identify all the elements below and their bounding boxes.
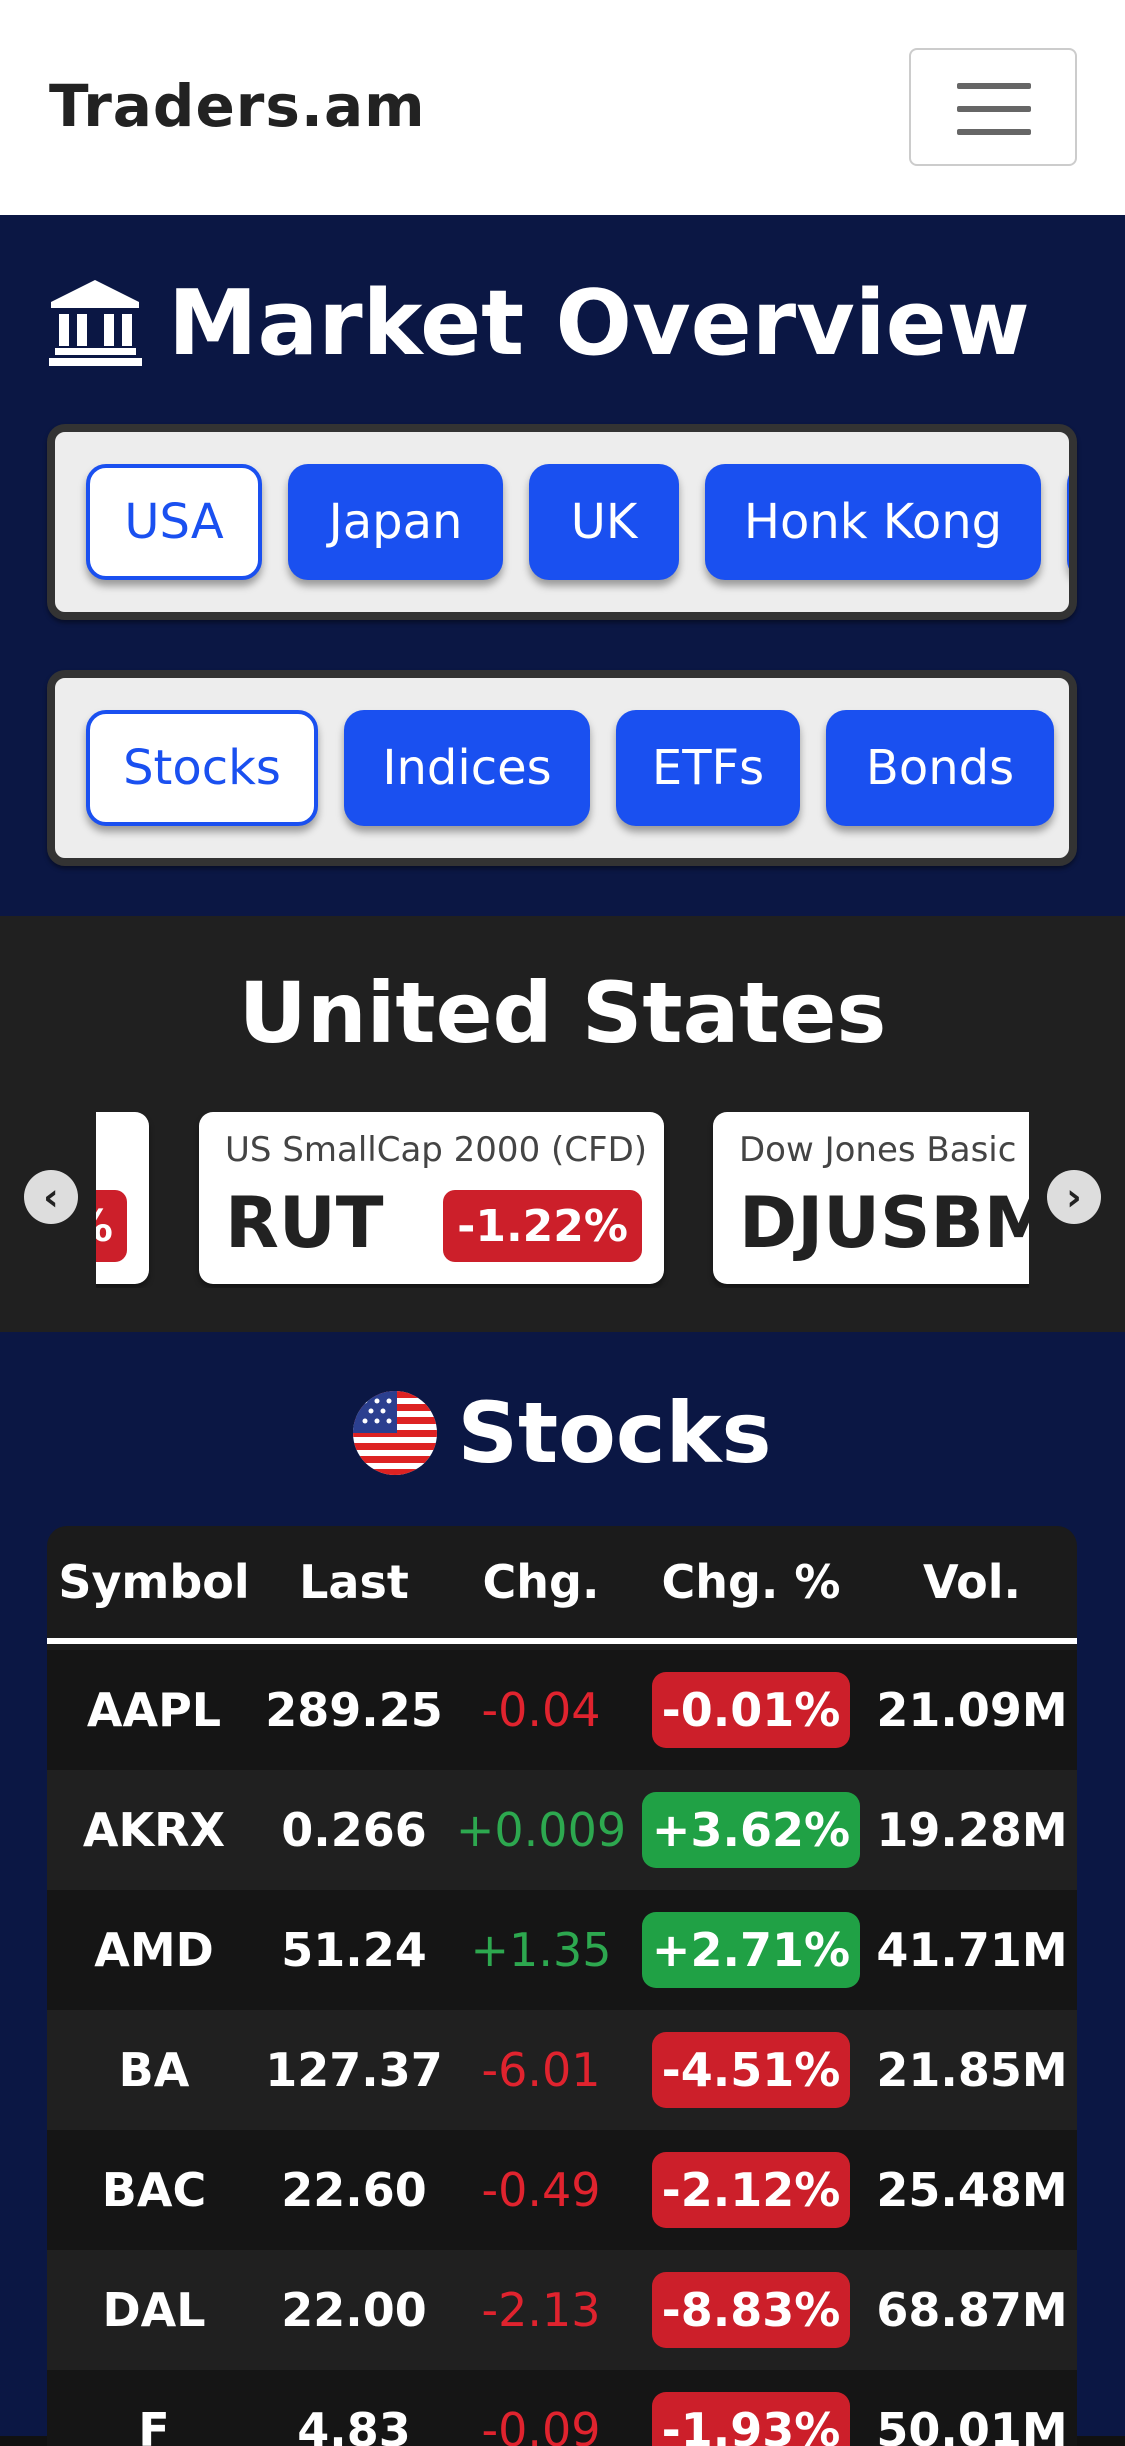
cell-last: 289.25 <box>265 1683 443 1737</box>
cell-vol: 41.71M <box>876 1923 1068 1977</box>
cell-chg-pct: -4.51% <box>635 2010 867 2130</box>
ticker-symbol: DJUSBM <box>739 1182 1029 1264</box>
table-row[interactable]: BAC 22.60 -0.49 -2.12% 25.48M <box>47 2130 1077 2250</box>
ticker-carousel: % US SmallCap 2000 (CFD) RUT -1.22% Dow … <box>96 1112 1029 1288</box>
cell-vol: 21.09M <box>876 1683 1068 1737</box>
ticker-card[interactable]: Dow Jones Basic DJUSBM <box>713 1112 1029 1284</box>
cell-last: 22.00 <box>281 2283 427 2337</box>
tab-country-next[interactable] <box>1067 464 1069 580</box>
change-percent-badge: -2.12% <box>651 2152 851 2228</box>
tab-stocks[interactable]: Stocks <box>86 710 318 826</box>
stocks-title: Stocks <box>0 1384 1125 1482</box>
cell-symbol: AKRX <box>82 1803 226 1857</box>
col-header-chg[interactable]: Chg. <box>447 1526 635 1638</box>
ticker-card[interactable]: US SmallCap 2000 (CFD) RUT -1.22% <box>199 1112 664 1284</box>
ticker-name: US SmallCap 2000 (CFD) <box>225 1130 648 1170</box>
cell-vol: 19.28M <box>876 1803 1068 1857</box>
change-percent-badge: -8.83% <box>651 2272 851 2348</box>
cell-chg-pct: -8.83% <box>635 2250 867 2370</box>
table-row[interactable]: BA 127.37 -6.01 -4.51% 21.85M <box>47 2010 1077 2130</box>
asset-type-tabs: Stocks Indices ETFs Bonds <box>47 670 1077 866</box>
col-header-last[interactable]: Last <box>261 1526 447 1638</box>
cell-vol: 25.48M <box>876 2163 1068 2217</box>
cell-chg: -0.04 <box>481 1683 601 1737</box>
tab-country-japan[interactable]: Japan <box>288 464 503 580</box>
table-row[interactable]: F 4.83 -0.09 -1.93% 50.01M <box>47 2370 1077 2446</box>
cell-last: 127.37 <box>265 2043 443 2097</box>
menu-toggle-button[interactable] <box>909 48 1077 166</box>
chevron-right-icon: › <box>1066 1175 1082 1219</box>
change-percent-badge: -4.51% <box>651 2032 851 2108</box>
chevron-left-icon: ‹ <box>43 1175 59 1219</box>
tab-country-hong-kong[interactable]: Honk Kong <box>705 464 1041 580</box>
cell-chg-pct: +2.71% <box>635 1890 867 2010</box>
change-percent-badge: +3.62% <box>641 1792 861 1868</box>
cell-symbol: BA <box>118 2043 190 2097</box>
ticker-symbol: RUT <box>225 1182 384 1264</box>
cell-chg: -2.13 <box>481 2283 601 2337</box>
us-flag-icon <box>353 1391 438 1475</box>
cell-chg: -6.01 <box>481 2043 601 2097</box>
tab-country-usa[interactable]: USA <box>86 464 262 580</box>
cell-last: 0.266 <box>281 1803 427 1857</box>
section-title: United States <box>238 964 887 1062</box>
col-header-chg-pct[interactable]: Chg. % <box>635 1526 867 1638</box>
col-header-symbol[interactable]: Symbol <box>47 1526 261 1638</box>
country-tabs: USA Japan UK Honk Kong <box>47 424 1077 620</box>
cell-symbol: AMD <box>94 1923 214 1977</box>
stocks-table: Symbol Last Chg. Chg. % Vol. AAPL 289.25-… <box>47 1526 1077 2446</box>
tab-indices[interactable]: Indices <box>344 710 590 826</box>
carousel-next-button[interactable]: › <box>1047 1170 1101 1224</box>
change-percent-badge: -1.93% <box>651 2392 851 2446</box>
stocks-heading: Stocks <box>457 1384 772 1482</box>
hamburger-icon-bar <box>957 129 1031 135</box>
cell-chg-pct: -1.93% <box>635 2370 867 2446</box>
cell-vol: 68.87M <box>876 2283 1068 2337</box>
table-row[interactable]: AMD 51.24 +1.35 +2.71% 41.71M <box>47 1890 1077 2010</box>
change-percent-badge: -0.01% <box>651 1672 851 1748</box>
market-overview-title: Market Overview <box>49 268 1030 378</box>
cell-vol: 21.85M <box>876 2043 1068 2097</box>
navbar: Traders.am <box>0 0 1125 215</box>
tab-etfs[interactable]: ETFs <box>616 710 800 826</box>
col-header-vol[interactable]: Vol. <box>867 1526 1077 1638</box>
cell-chg: -0.49 <box>481 2163 601 2217</box>
hamburger-icon-bar <box>957 106 1031 112</box>
cell-last: 4.83 <box>297 2403 411 2446</box>
cell-vol: 50.01M <box>876 2403 1068 2446</box>
cell-chg: +1.35 <box>470 1923 612 1977</box>
table-row[interactable]: AKRX 0.266 +0.009 +3.62% 19.28M <box>47 1770 1077 1890</box>
ticker-card[interactable]: % <box>96 1112 149 1284</box>
ticker-change: -1.22% <box>443 1190 642 1262</box>
change-percent-badge: +2.71% <box>641 1912 861 1988</box>
carousel-prev-button[interactable]: ‹ <box>24 1170 78 1224</box>
cell-chg-pct: +3.62% <box>635 1770 867 1890</box>
tab-bonds[interactable]: Bonds <box>826 710 1054 826</box>
bank-icon <box>49 280 142 366</box>
table-header: Symbol Last Chg. Chg. % Vol. <box>47 1526 1077 1644</box>
ticker-change: % <box>96 1190 127 1262</box>
cell-chg: +0.009 <box>455 1803 627 1857</box>
table-row[interactable]: AAPL 289.25 -0.04 -0.01% 21.09M <box>47 1650 1077 1770</box>
cell-chg-pct: -0.01% <box>635 1650 867 1770</box>
market-overview-section: Market Overview USA Japan UK Honk Kong S… <box>0 215 1125 916</box>
table-row[interactable]: DAL 22.00 -2.13 -8.83% 68.87M <box>47 2250 1077 2370</box>
cell-symbol: AAPL <box>86 1683 222 1737</box>
cell-last: 22.60 <box>281 2163 427 2217</box>
cell-last: 51.24 <box>281 1923 427 1977</box>
stocks-section: Stocks Symbol Last Chg. Chg. % Vol. AAPL… <box>0 1332 1125 2446</box>
cell-symbol: F <box>138 2403 170 2446</box>
united-states-section: United States ‹ % US SmallCap 2000 (CFD)… <box>0 916 1125 1332</box>
page-title: Market Overview <box>168 270 1030 376</box>
cell-chg: -0.09 <box>481 2403 601 2446</box>
brand-logo[interactable]: Traders.am <box>49 72 426 140</box>
cell-symbol: DAL <box>102 2283 206 2337</box>
ticker-name: Dow Jones Basic <box>739 1130 1017 1170</box>
cell-symbol: BAC <box>101 2163 207 2217</box>
tab-country-uk[interactable]: UK <box>529 464 679 580</box>
hamburger-icon <box>957 83 1031 89</box>
cell-chg-pct: -2.12% <box>635 2130 867 2250</box>
